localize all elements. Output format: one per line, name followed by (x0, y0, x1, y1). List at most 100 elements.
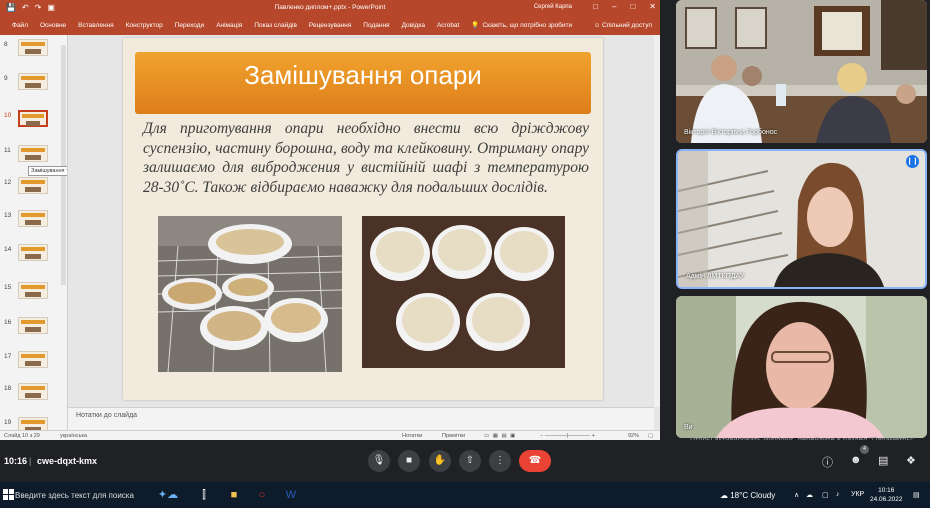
thumbnail-slide-14[interactable]: 14 (0, 242, 67, 264)
notifications-icon[interactable]: ▤ (913, 491, 920, 499)
view-buttons[interactable]: ▭ ▦ ▤ ▣ (484, 433, 516, 439)
thumbnail-slide-9[interactable]: 9 (0, 71, 67, 93)
tab-design[interactable]: Конструктор (120, 22, 169, 29)
thumbnail-slide-17[interactable]: 17 (0, 349, 67, 371)
tab-help[interactable]: Довідка (396, 22, 431, 29)
search-highlight-icon[interactable]: ✦☁ (148, 487, 188, 503)
ppt-titlebar: 💾 ↶ ↷ ▣ Павленко диплом+.pptx - PowerPoi… (0, 0, 660, 15)
minimize-icon[interactable]: – (612, 2, 616, 11)
share-button[interactable]: ☺ Спільний доступ (594, 22, 652, 29)
person-icon: ☺ (593, 21, 601, 29)
thumbnails-scrollbar[interactable] (61, 45, 66, 285)
opera-icon[interactable]: ○ (254, 487, 270, 503)
slide-photo-dough-bowls[interactable] (362, 216, 565, 368)
tab-slideshow[interactable]: Показ слайдів (248, 22, 303, 29)
thumbnail-slide-12[interactable]: 12 (0, 175, 67, 197)
taskbar-clock[interactable]: 10:16 24.06.2022 (870, 486, 903, 504)
user-name[interactable]: Сергей Карпа (534, 4, 572, 10)
raise-hand-icon[interactable]: ✋ (429, 450, 451, 472)
ribbon-tabs: Файл Основне Вставлення Конструктор Пере… (0, 15, 660, 35)
language-indicator[interactable]: УКР (851, 491, 864, 498)
participant-tile-3[interactable]: Ви (676, 296, 927, 438)
mic-icon[interactable]: 🎙 (368, 450, 390, 472)
participant-tile-1[interactable]: Вікторія Вікторівна Горбонос (676, 0, 927, 143)
tab-acrobat[interactable]: Acrobat (431, 22, 465, 29)
close-icon[interactable]: ✕ (649, 2, 656, 11)
meeting-code: cwe-dqxt-kmx (37, 456, 98, 466)
slide-scrollbar[interactable] (654, 35, 660, 407)
participant-tile-2[interactable]: ❙❙ Адмін ЛМТКПДАУ (676, 149, 927, 289)
chat-icon[interactable]: ▤ (878, 454, 888, 467)
thumbnail-slide-18[interactable]: 18 (0, 381, 67, 403)
tab-home[interactable]: Основне (34, 22, 72, 29)
participant-name: Адмін ЛМТКПДАУ (686, 273, 745, 280)
tab-review[interactable]: Рецензування (303, 22, 357, 29)
meet-control-bar: 10:16 | cwe-dqxt-kmx 🎙 ■ ✋ ⇧ ⋮ ☎ ⓘ ☻ 4 ▤… (0, 440, 930, 482)
current-slide[interactable]: Замішування опари Для приготування опари… (123, 38, 603, 400)
tab-transitions[interactable]: Переходи (169, 22, 210, 29)
tell-me-box[interactable]: 💡 Скажіть, що потрібно зробити (471, 21, 573, 30)
zoom-slider[interactable]: − ————|———— + (540, 433, 595, 439)
more-icon[interactable]: ⋮ (489, 450, 511, 472)
slide-counter: Слайд 10 з 29 (4, 433, 40, 439)
ppt-workspace: 8 9 10 11 12 13 14 15 16 17 18 19 Замішу… (0, 35, 660, 430)
ribbon-options-icon[interactable]: □ (593, 2, 598, 11)
language-indicator[interactable]: українська (60, 433, 87, 439)
network-icon[interactable]: ▢ (822, 491, 829, 499)
tab-file[interactable]: Файл (6, 22, 34, 29)
participant-name: Вікторія Вікторівна Горбонос (684, 129, 778, 136)
clock-time: 10:16 (878, 487, 895, 494)
window-controls: □ – □ ✕ (593, 2, 656, 11)
participant-video-1 (676, 0, 927, 143)
weather-text: 18°C Cloudy (730, 491, 776, 500)
comments-toggle[interactable]: Примітки (442, 433, 465, 439)
slide-body-text[interactable]: Для приготування опари необхідно внести … (143, 119, 589, 197)
clock-date: 24.06.2022 (870, 496, 903, 503)
taskbar-search[interactable]: Введите здесь текст для поиска (15, 491, 134, 500)
speaking-indicator-icon: ❙❙ (906, 155, 919, 168)
thumbnail-slide-15[interactable]: 15 (0, 280, 67, 302)
weather-widget[interactable]: ☁ 18°C Cloudy (720, 491, 775, 500)
task-view-icon[interactable]: ⫿ (196, 487, 212, 503)
cloud-icon: ☁ (720, 491, 728, 500)
info-icon[interactable]: ⓘ (822, 454, 833, 470)
tab-view[interactable]: Подання (357, 22, 395, 29)
maximize-icon[interactable]: □ (630, 2, 635, 11)
tray-expand-icon[interactable]: ∧ (794, 491, 799, 499)
windows-start-icon[interactable] (3, 489, 14, 500)
camera-icon[interactable]: ■ (398, 450, 420, 472)
notes-pane[interactable]: Нотатки до слайда (68, 407, 654, 430)
notes-toggle[interactable]: Нотатки (402, 433, 422, 439)
present-screen-icon[interactable]: ⇧ (459, 450, 481, 472)
file-explorer-icon[interactable]: ■ (226, 487, 242, 503)
thumbnail-slide-16[interactable]: 16 (0, 315, 67, 337)
onedrive-icon[interactable]: ☁ (806, 491, 813, 499)
ppt-status-bar: Слайд 10 з 29 українська Нотатки Примітк… (0, 430, 660, 440)
volume-icon[interactable]: ♪ (836, 491, 840, 498)
activities-icon[interactable]: ❖ (906, 454, 916, 467)
thumbnail-slide-13[interactable]: 13 (0, 208, 67, 230)
tell-me-text: Скажіть, що потрібно зробити (482, 21, 573, 29)
powerpoint-window: 💾 ↶ ↷ ▣ Павленко диплом+.pptx - PowerPoi… (0, 0, 660, 440)
slide-photo-dough-trays[interactable] (158, 216, 342, 372)
meeting-time: 10:16 (4, 456, 28, 466)
participant-video-3 (676, 296, 927, 438)
end-call-icon[interactable]: ☎ (519, 450, 551, 472)
meeting-separator: | (29, 456, 32, 466)
fit-slide-icon[interactable]: ▢ (648, 433, 653, 439)
tab-animations[interactable]: Анімація (210, 22, 248, 29)
tab-insert[interactable]: Вставлення (72, 22, 120, 29)
thumbnail-slide-19[interactable]: 19 (0, 415, 67, 430)
share-label: Спільний доступ (602, 21, 652, 29)
slide-title[interactable]: Замішування опари (123, 60, 603, 91)
participant-count-badge: 4 (860, 445, 869, 454)
word-icon[interactable]: W (283, 487, 299, 503)
thumbnail-slide-11[interactable]: 11 (0, 143, 67, 165)
thumbnail-slide-8[interactable]: 8 (0, 37, 67, 59)
thumbnail-slide-10[interactable]: 10 (0, 108, 67, 130)
people-icon[interactable]: ☻ (850, 454, 862, 466)
zoom-level[interactable]: 92% (628, 433, 639, 439)
slide-editing-area: Замішування опари Для приготування опари… (68, 35, 654, 407)
participant-name: Ви (684, 424, 693, 431)
participant-video-2 (678, 151, 925, 287)
